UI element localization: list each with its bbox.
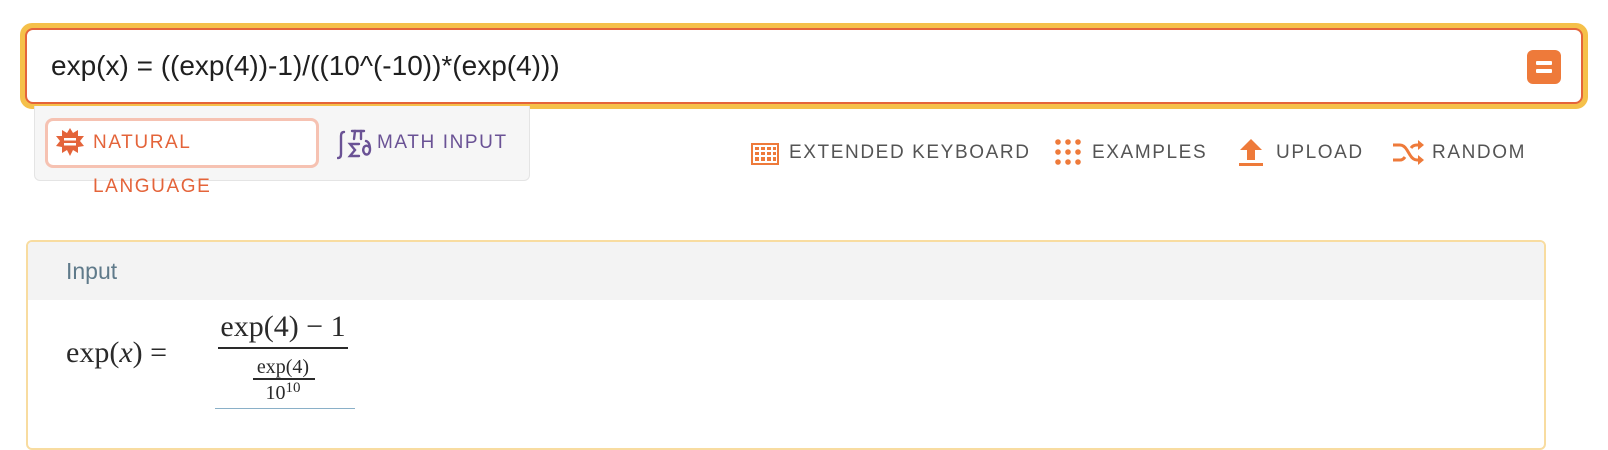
math-lhs-close: ) = (132, 336, 168, 369)
random-button[interactable]: RANDOM (1392, 137, 1532, 169)
search-box (25, 28, 1583, 104)
math-inner-denominator: 1010 (220, 380, 346, 405)
tab-math-input[interactable]: MATH INPUT (337, 118, 527, 168)
pod-header: Input (28, 242, 1544, 300)
dots-grid-icon (1055, 139, 1081, 165)
upload-label: UPLOAD (1276, 142, 1364, 163)
math-fraction-bar (218, 347, 348, 349)
math-inner-denominator-base: 10 (265, 382, 286, 404)
tab-math-input-label: MATH INPUT (377, 132, 508, 153)
examples-label: EXAMPLES (1092, 142, 1208, 163)
math-inner-numerator: exp(4) (256, 356, 310, 378)
upload-button[interactable]: UPLOAD (1238, 137, 1368, 169)
upload-arrow-icon (1239, 139, 1263, 166)
math-numerator: exp(4) − 1 (220, 310, 346, 343)
math-underline (215, 408, 355, 409)
extended-keyboard-label: EXTENDED KEYBOARD (789, 142, 1031, 163)
input-mode-tabs: NATURAL LANGUAGE MATH INPUT (34, 106, 530, 197)
tab-natural-language-label: NATURAL LANGUAGE (93, 132, 212, 197)
math-inner-denominator-exponent: 10 (285, 380, 301, 396)
tab-natural-language[interactable]: NATURAL LANGUAGE (45, 118, 319, 197)
input-pod: Input exp(x) = exp(4) − 1 exp(4) 1010 (26, 240, 1546, 450)
search-bar (20, 23, 1588, 109)
pod-title: Input (66, 258, 118, 284)
keyboard-grid-icon (751, 143, 779, 165)
math-lhs-func: exp( (66, 336, 120, 369)
shuffle-icon (1393, 140, 1424, 165)
extended-keyboard-button[interactable]: EXTENDED KEYBOARD (751, 137, 1029, 169)
examples-button[interactable]: EXAMPLES (1054, 137, 1214, 169)
pod-content: exp(x) = exp(4) − 1 exp(4) 1010 (28, 300, 1544, 448)
pi-sigma-icon (337, 129, 372, 160)
random-label: RANDOM (1432, 142, 1527, 163)
compute-button[interactable] (1527, 50, 1561, 84)
math-lhs: exp(x) = (66, 336, 167, 370)
sun-equals-icon (56, 128, 84, 156)
search-input[interactable] (51, 30, 1471, 102)
math-lhs-var: x (119, 336, 133, 369)
